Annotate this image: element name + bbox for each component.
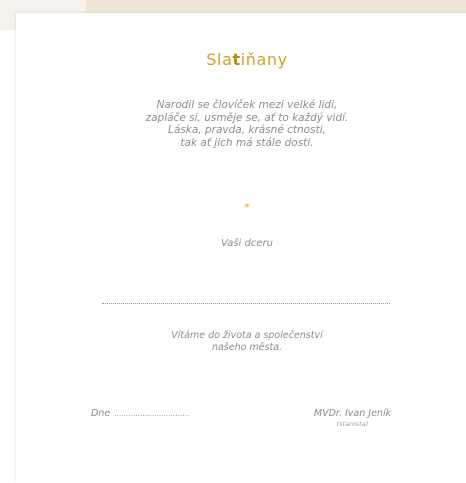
welcome-line: Vítáme do života a společenství xyxy=(171,330,323,341)
name-fill-line xyxy=(102,303,390,304)
welcome-text: Vítáme do života a společenství našeho m… xyxy=(0,330,466,354)
poem-line: Narodil se človíček mezi velké lidi, xyxy=(156,99,338,111)
ornament-star-icon: * xyxy=(244,201,250,214)
signatory-role: (starosta) xyxy=(336,420,369,428)
recipient-label: Vaši dceru xyxy=(221,238,273,249)
date-blank: ................................ xyxy=(114,409,190,418)
poem-line: tak ať jich má stále dosti. xyxy=(180,136,314,149)
town-logo: Slatiňany xyxy=(0,50,466,69)
signatory-name: MVDr. Ivan Jeník xyxy=(313,408,392,419)
logo-text-accent: t xyxy=(232,50,241,69)
logo-text-start: Sla xyxy=(206,50,233,69)
poem: Narodil se človíček mezi velké lidi, zap… xyxy=(0,99,466,149)
poem-line: zapláče si, usměje se, ať to každý vidí. xyxy=(145,111,349,124)
welcome-line: našeho města. xyxy=(211,341,283,353)
poem-line: Láska, pravda, krásné ctnosti, xyxy=(168,124,326,137)
signatory: MVDr. Ivan Jeník (starosta) xyxy=(300,408,405,428)
date-field: Dne................................ xyxy=(91,408,189,419)
date-label: Dne xyxy=(91,408,111,419)
logo-text-end: iňany xyxy=(240,50,288,69)
